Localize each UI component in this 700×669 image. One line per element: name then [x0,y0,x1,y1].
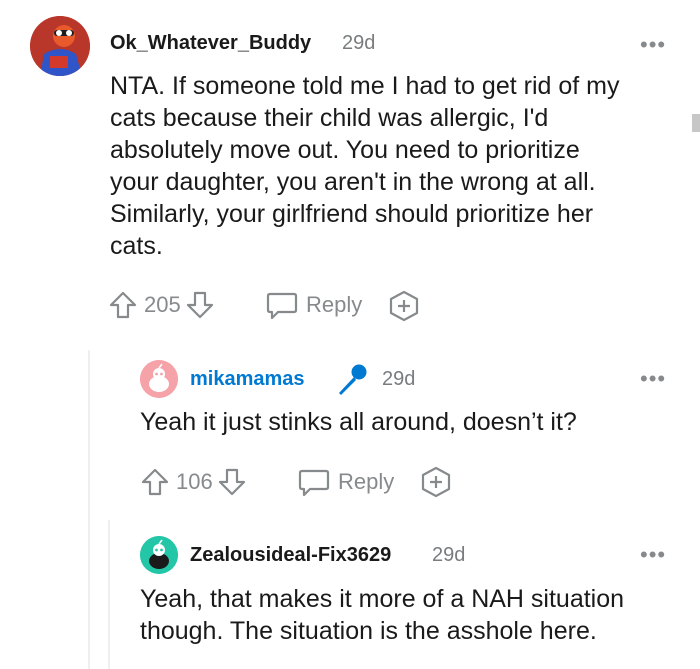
comment-username[interactable]: Ok_Whatever_Buddy [110,32,311,55]
reply-button[interactable]: Reply [266,290,362,320]
comment-actions: 205 [108,290,215,320]
comment-body-line: cats because their child was allergic, I… [110,104,549,132]
comment-bubble-icon [266,290,298,320]
comment-body: Yeah it just stinks all around, doesn’t … [140,406,690,438]
comment-body-line: cats. [110,232,163,260]
thread-line-level-2[interactable] [108,520,110,669]
comment-body-line: Similarly, your girlfriend should priori… [110,200,594,228]
comment-body-line: though. The situation is the asshole her… [140,617,597,645]
reply-label: Reply [306,292,363,317]
vote-count: 205 [144,292,181,317]
thread-line-level-1[interactable] [88,350,90,669]
award-icon [420,466,452,498]
comment-body-line: your daughter, you aren't in the wrong a… [110,168,596,196]
more-options-button[interactable]: ••• [640,32,666,58]
vote-count: 106 [176,469,213,494]
upvote-icon[interactable] [140,467,170,497]
comment-actions: 106 [140,467,247,497]
avatar[interactable] [140,360,178,398]
microphone-icon [334,362,370,398]
award-button[interactable] [388,290,420,322]
comment-body-line: NTA. If someone told me I had to get rid… [110,72,620,100]
comment-timestamp[interactable]: 29d [342,32,375,55]
comment-username[interactable]: Zealousideal-Fix3629 [190,544,391,567]
comment-bubble-icon [298,467,330,497]
avatar[interactable] [140,536,178,574]
more-options-button[interactable]: ••• [640,366,666,392]
reply-label: Reply [338,469,395,494]
comment-timestamp[interactable]: 29d [432,544,465,567]
avatar[interactable] [30,16,90,76]
comment-body-line: Yeah, that makes it more of a NAH situat… [140,585,625,613]
comment-body: NTA. If someone told me I had to get rid… [110,70,690,262]
comment-timestamp[interactable]: 29d [382,368,415,391]
award-button[interactable] [420,466,452,498]
comment-body: Yeah, that makes it more of a NAH situat… [140,583,690,647]
comment-username[interactable]: mikamamas [190,368,305,391]
comment-body-line: absolutely move out. You need to priorit… [110,136,580,164]
downvote-icon[interactable] [185,290,215,320]
scrollbar-thumb[interactable] [692,114,700,132]
reply-button[interactable]: Reply [298,467,394,497]
upvote-icon[interactable] [108,290,138,320]
downvote-icon[interactable] [217,467,247,497]
more-options-button[interactable]: ••• [640,542,666,568]
award-icon [388,290,420,322]
comment-body-line: Yeah it just stinks all around, doesn’t … [140,408,577,436]
